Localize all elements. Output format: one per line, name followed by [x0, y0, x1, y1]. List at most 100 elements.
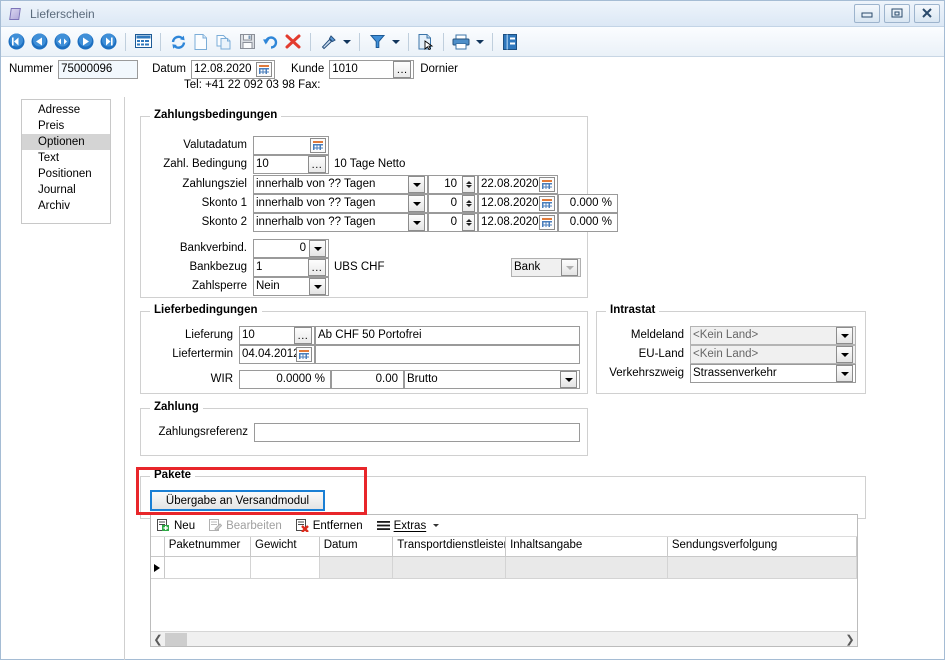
grid-horizontal-scrollbar[interactable]: ❮ ❯: [151, 631, 857, 646]
chevron-down-icon[interactable]: [309, 240, 326, 257]
grid-edit-button[interactable]: Bearbeiten: [209, 519, 282, 532]
minimize-button[interactable]: [854, 4, 880, 23]
wir-percent-input[interactable]: 0.0000 %: [239, 370, 331, 389]
cell-transportdienstleister[interactable]: [393, 557, 506, 578]
cell-gewicht[interactable]: [251, 557, 320, 578]
skonto2-days-stepper[interactable]: 0: [428, 213, 478, 232]
lieferung-description[interactable]: Ab CHF 50 Portofrei: [315, 326, 580, 345]
book-icon[interactable]: [499, 30, 521, 54]
nav-item-adresse[interactable]: Adresse: [22, 102, 110, 118]
print-icon[interactable]: [450, 30, 472, 54]
close-button[interactable]: [914, 4, 940, 23]
chevron-down-icon[interactable]: [433, 524, 440, 527]
toggle-record-icon[interactable]: [51, 30, 73, 54]
scroll-right-icon[interactable]: ❯: [843, 633, 857, 646]
chevron-down-icon[interactable]: [408, 195, 425, 212]
spinner-icon[interactable]: [462, 214, 475, 231]
nav-item-archiv[interactable]: Archiv: [22, 198, 110, 214]
column-header-sendungsverfolgung[interactable]: Sendungsverfolgung: [668, 537, 857, 556]
zahlsperre-select[interactable]: Nein: [253, 277, 329, 296]
zahl-bedingung-lookup-button[interactable]: ...: [308, 156, 326, 173]
last-record-icon[interactable]: [97, 30, 119, 54]
table-view-icon[interactable]: [132, 30, 154, 54]
spinner-icon[interactable]: [462, 195, 475, 212]
refresh-icon[interactable]: [167, 30, 189, 54]
grid-new-button[interactable]: Neu: [157, 519, 195, 532]
liefertermin-note[interactable]: [315, 345, 580, 364]
bankbezug-lookup-button[interactable]: ...: [308, 259, 326, 276]
nav-item-optionen[interactable]: Optionen: [22, 134, 110, 150]
delete-icon[interactable]: [282, 30, 304, 54]
skonto2-date-input[interactable]: 12.08.2020: [478, 213, 558, 232]
cell-paketnummer[interactable]: [165, 557, 252, 578]
pin-dropdown-caret[interactable]: [340, 30, 353, 54]
lieferung-lookup-button[interactable]: ...: [294, 327, 312, 344]
cell-inhaltsangabe[interactable]: [506, 557, 668, 578]
kunde-lookup-button[interactable]: ...: [393, 60, 412, 78]
nav-item-positionen[interactable]: Positionen: [22, 166, 110, 182]
skonto2-percent-input[interactable]: 0.000 %: [558, 213, 618, 232]
undo-icon[interactable]: [259, 30, 281, 54]
cell-datum[interactable]: [319, 557, 394, 578]
pin-icon[interactable]: [317, 30, 339, 54]
kunde-input[interactable]: 1010 ...: [329, 59, 415, 79]
nav-item-text[interactable]: Text: [22, 150, 110, 166]
next-record-icon[interactable]: [74, 30, 96, 54]
first-record-icon[interactable]: [5, 30, 27, 54]
section-nav-list[interactable]: Adresse Preis Optionen Text Positionen J…: [21, 99, 111, 224]
liefertermin-input[interactable]: 04.04.2012: [239, 345, 315, 364]
filter-icon[interactable]: [366, 30, 388, 54]
lieferung-input[interactable]: 10 ...: [239, 326, 315, 345]
nummer-input[interactable]: 75000096: [58, 59, 139, 79]
skonto1-mode-select[interactable]: innerhalb von ?? Tagen: [253, 194, 428, 213]
calendar-icon[interactable]: [296, 347, 312, 362]
zahl-bedingung-input[interactable]: 10 ...: [253, 155, 329, 174]
save-icon[interactable]: [236, 30, 258, 54]
datum-input[interactable]: 12.08.2020: [190, 59, 275, 79]
chevron-down-icon[interactable]: [408, 176, 425, 193]
nav-item-preis[interactable]: Preis: [22, 118, 110, 134]
zahlungsreferenz-input[interactable]: [254, 423, 580, 442]
column-header-transportdienstleister[interactable]: Transportdienstleister: [393, 537, 507, 556]
bankbezug-input[interactable]: 1 ...: [253, 258, 329, 277]
calendar-icon[interactable]: [255, 61, 272, 77]
chevron-down-icon[interactable]: [836, 327, 853, 344]
previous-record-icon[interactable]: [28, 30, 50, 54]
chevron-down-icon[interactable]: [560, 371, 577, 388]
scroll-left-icon[interactable]: ❮: [151, 633, 165, 646]
skonto1-date-input[interactable]: 12.08.2020: [478, 194, 558, 213]
zahlungsziel-days-stepper[interactable]: 10: [428, 175, 478, 194]
calendar-icon[interactable]: [539, 177, 555, 192]
skonto2-mode-select[interactable]: innerhalb von ?? Tagen: [253, 213, 428, 232]
skonto1-days-stepper[interactable]: 0: [428, 194, 478, 213]
chevron-down-icon[interactable]: [836, 365, 853, 382]
new-document-icon[interactable]: [190, 30, 212, 54]
scrollbar-thumb[interactable]: [165, 632, 187, 646]
calendar-icon[interactable]: [539, 196, 555, 211]
table-row[interactable]: [151, 557, 858, 579]
wir-basis-select[interactable]: Brutto: [404, 370, 580, 389]
chevron-down-icon[interactable]: [309, 278, 326, 295]
skonto1-percent-input[interactable]: 0.000 %: [558, 194, 618, 213]
valutadatum-input[interactable]: [253, 136, 329, 155]
print-dropdown-caret[interactable]: [473, 30, 486, 54]
spinner-icon[interactable]: [462, 176, 475, 193]
zahlungsziel-date-input[interactable]: 22.08.2020: [478, 175, 558, 194]
uebergabe-versandmodul-button[interactable]: Übergabe an Versandmodul: [150, 490, 325, 511]
preview-icon[interactable]: [415, 30, 437, 54]
chevron-down-icon[interactable]: [836, 346, 853, 363]
column-header-datum[interactable]: Datum: [320, 537, 394, 556]
grid-extras-button[interactable]: Extras: [376, 520, 440, 532]
calendar-icon[interactable]: [310, 138, 326, 153]
cell-sendungsverfolgung[interactable]: [667, 557, 858, 578]
bankverbind-select[interactable]: 0: [253, 239, 329, 258]
filter-dropdown-caret[interactable]: [389, 30, 402, 54]
calendar-icon[interactable]: [539, 215, 555, 230]
verkehrszweig-select[interactable]: Strassenverkehr: [690, 364, 856, 383]
restore-button[interactable]: [884, 4, 910, 23]
grid-remove-button[interactable]: Entfernen: [295, 519, 363, 532]
zahlungsziel-mode-select[interactable]: innerhalb von ?? Tagen: [253, 175, 428, 194]
meldeland-select[interactable]: <Kein Land>: [690, 326, 856, 345]
nav-item-journal[interactable]: Journal: [22, 182, 110, 198]
column-header-gewicht[interactable]: Gewicht: [251, 537, 320, 556]
